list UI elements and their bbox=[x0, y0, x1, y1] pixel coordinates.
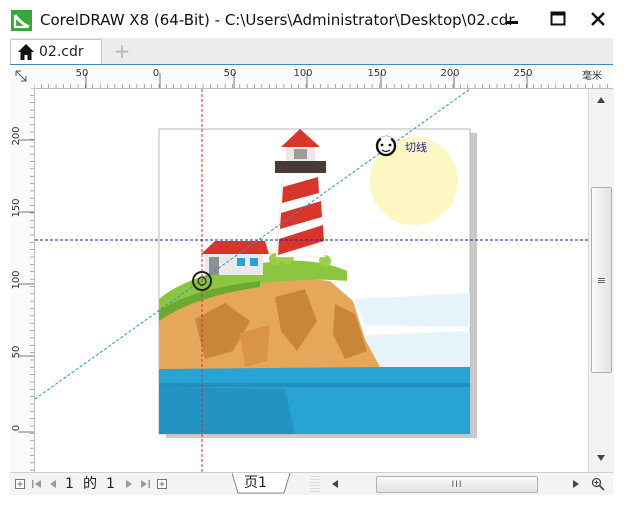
ruler-label: 200 bbox=[440, 68, 459, 79]
ruler-label: 50 bbox=[11, 346, 22, 359]
tab-label: 02.cdr bbox=[39, 44, 84, 60]
ruler-label: 50 bbox=[76, 68, 89, 79]
ruler-units-label: 毫米 bbox=[582, 71, 602, 82]
arrow-down-icon bbox=[597, 455, 605, 461]
next-page-icon bbox=[126, 480, 132, 488]
arrow-right-icon bbox=[573, 480, 579, 488]
arrow-up-icon bbox=[597, 97, 605, 103]
arrow-left-icon bbox=[332, 480, 338, 488]
add-page-before-button[interactable] bbox=[12, 475, 28, 493]
vscroll-grip: ≡ bbox=[596, 273, 607, 287]
close-button[interactable] bbox=[578, 4, 618, 34]
previous-page-button[interactable] bbox=[46, 475, 60, 493]
ruler-label: 0 bbox=[11, 425, 22, 431]
first-page-icon bbox=[32, 480, 41, 488]
coreldraw-app-icon bbox=[11, 10, 32, 31]
maximize-icon bbox=[550, 11, 566, 26]
house-window bbox=[237, 258, 245, 266]
last-page-button[interactable] bbox=[138, 475, 152, 493]
first-page-button[interactable] bbox=[30, 475, 44, 493]
horizontal-ruler-ticks: 50 0 50 100 150 200 250 bbox=[33, 68, 608, 88]
document-tab-bar: 02.cdr + bbox=[10, 38, 613, 65]
ruler-label: 200 bbox=[11, 126, 22, 145]
page-current: 1 bbox=[65, 476, 74, 492]
add-tab-button[interactable]: + bbox=[110, 40, 134, 62]
title-bar: CorelDRAW X8 (64-Bit) - C:\Users\Adminis… bbox=[0, 0, 624, 38]
zoom-icon bbox=[591, 477, 605, 491]
canvas-svg: 切线 bbox=[35, 89, 588, 472]
tab-02-cdr[interactable]: 02.cdr bbox=[10, 39, 102, 64]
add-page-icon bbox=[15, 479, 25, 489]
vertical-ruler[interactable]: 200 150 100 50 0 bbox=[10, 87, 35, 472]
lighthouse-gallery bbox=[275, 161, 326, 173]
horizontal-ruler[interactable]: 50 0 50 100 150 200 250 毫米 bbox=[33, 65, 613, 89]
ruler-label: 250 bbox=[513, 68, 532, 79]
scroll-up-button[interactable] bbox=[589, 91, 613, 109]
sea-reflection bbox=[159, 387, 295, 434]
ruler-label: 100 bbox=[11, 270, 22, 289]
ruler-label: 150 bbox=[11, 198, 22, 217]
cloud-shape bbox=[365, 331, 470, 369]
page-total: 1 bbox=[106, 476, 115, 492]
next-page-button[interactable] bbox=[122, 475, 136, 493]
home-icon bbox=[18, 44, 34, 60]
vertical-scrollbar[interactable]: ≡ bbox=[588, 89, 614, 472]
house-window bbox=[250, 258, 258, 266]
last-page-icon bbox=[141, 480, 150, 488]
ruler-origin-corner[interactable] bbox=[10, 65, 35, 89]
vertical-scroll-thumb[interactable]: ≡ bbox=[591, 187, 612, 373]
cloud-shape bbox=[355, 293, 470, 327]
snap-mode-label: 切线 bbox=[405, 140, 427, 154]
page-of-label: 的 bbox=[83, 476, 97, 492]
ruler-label: 150 bbox=[367, 68, 386, 79]
scroll-right-button[interactable] bbox=[568, 475, 584, 493]
minimize-button[interactable] bbox=[492, 4, 532, 34]
lighthouse-lamp bbox=[294, 149, 307, 159]
page-tab-label: 页1 bbox=[244, 475, 267, 491]
maximize-button[interactable] bbox=[538, 4, 578, 34]
house-door bbox=[209, 257, 219, 275]
close-icon bbox=[591, 12, 605, 26]
add-page-icon bbox=[157, 479, 167, 489]
vertical-ruler-ticks: 200 150 100 50 0 bbox=[11, 87, 34, 471]
drawing-canvas[interactable]: 切线 bbox=[35, 89, 588, 472]
scroll-down-button[interactable] bbox=[589, 449, 613, 467]
hscroll-grip: III bbox=[451, 479, 463, 490]
ruler-label: 0 bbox=[153, 68, 159, 79]
tab-splitter[interactable] bbox=[310, 476, 320, 492]
ruler-label: 50 bbox=[224, 68, 237, 79]
previous-page-icon bbox=[50, 480, 56, 488]
page-navigator-bar: 1 的 1 页1 III bbox=[10, 472, 613, 495]
tangent-snap-icon bbox=[375, 135, 397, 157]
scroll-left-button[interactable] bbox=[325, 475, 345, 493]
ruler-label: 100 bbox=[293, 68, 312, 79]
minimize-icon bbox=[506, 21, 518, 24]
add-page-after-button[interactable] bbox=[154, 475, 170, 493]
ruler-origin-icon bbox=[15, 70, 27, 82]
sea-wave bbox=[159, 383, 470, 387]
horizontal-scroll-thumb[interactable]: III bbox=[376, 476, 538, 493]
zoom-button[interactable] bbox=[588, 475, 608, 493]
page-tab[interactable]: 页1 bbox=[232, 473, 292, 494]
window-title: CorelDRAW X8 (64-Bit) - C:\Users\Adminis… bbox=[40, 11, 515, 29]
